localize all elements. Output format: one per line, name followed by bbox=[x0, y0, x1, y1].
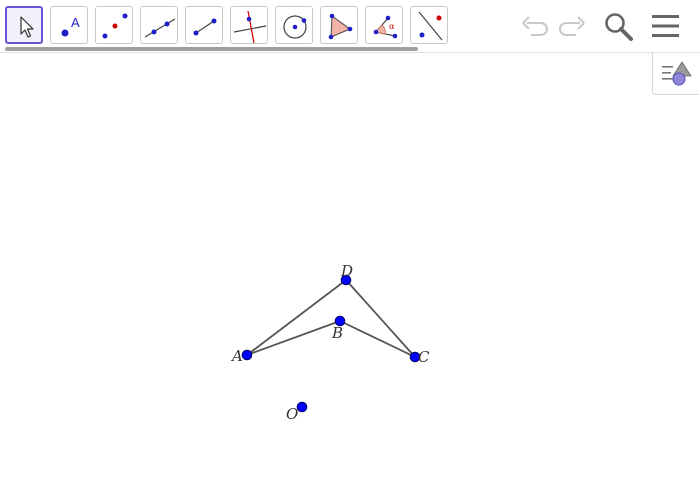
tool-circle[interactable] bbox=[275, 6, 313, 44]
point-A[interactable] bbox=[241, 349, 253, 361]
perpendicular-line-icon bbox=[233, 10, 267, 44]
angle-icon-label: α bbox=[389, 22, 395, 31]
label-D: D bbox=[340, 262, 353, 280]
segments bbox=[246, 279, 416, 358]
geogebra-app: A α A B C D O bbox=[0, 0, 700, 500]
reflect-about-line-icon bbox=[418, 11, 443, 41]
redo-icon bbox=[559, 16, 585, 36]
undo-button[interactable] bbox=[517, 8, 553, 44]
angle-icon: α bbox=[373, 15, 398, 39]
tool-perpendicular-line[interactable] bbox=[230, 6, 268, 44]
point-icon-label: A bbox=[71, 15, 80, 30]
undo-icon bbox=[522, 16, 548, 36]
redo-button[interactable] bbox=[554, 8, 590, 44]
tool-angle[interactable]: α bbox=[365, 6, 403, 44]
segment-BC[interactable] bbox=[339, 320, 416, 358]
point-labels: A B C D O bbox=[230, 262, 430, 423]
menu-button[interactable] bbox=[648, 8, 684, 44]
line-icon bbox=[144, 18, 176, 38]
search-button[interactable] bbox=[600, 8, 636, 44]
search-icon bbox=[605, 13, 633, 41]
tool-polygon[interactable] bbox=[320, 6, 358, 44]
tool-segment[interactable] bbox=[185, 6, 223, 44]
label-C: C bbox=[418, 348, 430, 366]
segment-AB[interactable] bbox=[246, 320, 341, 356]
tool-line[interactable] bbox=[140, 6, 178, 44]
tool-point-on-object[interactable] bbox=[95, 6, 133, 44]
menu-icon bbox=[652, 15, 679, 37]
circle-center-point-icon bbox=[283, 15, 307, 39]
toolbar-scrollbar[interactable] bbox=[5, 47, 418, 51]
tool-reflect[interactable] bbox=[410, 6, 448, 44]
point-icon: A bbox=[61, 15, 80, 37]
graphics-view[interactable]: A B C D O bbox=[0, 53, 700, 500]
point-on-object-icon bbox=[102, 13, 128, 39]
segment-DC[interactable] bbox=[345, 279, 416, 358]
tool-move[interactable] bbox=[5, 6, 43, 44]
points bbox=[241, 274, 421, 413]
segment-icon bbox=[193, 18, 217, 36]
segment-AD[interactable] bbox=[246, 279, 347, 356]
polygon-icon bbox=[328, 13, 353, 40]
toolbar: A α bbox=[0, 0, 700, 52]
point-O[interactable] bbox=[296, 401, 308, 413]
label-O: O bbox=[286, 405, 298, 423]
label-B: B bbox=[331, 324, 343, 342]
move-arrow-icon bbox=[20, 16, 34, 38]
tool-point[interactable]: A bbox=[50, 6, 88, 44]
label-A: A bbox=[230, 347, 243, 365]
